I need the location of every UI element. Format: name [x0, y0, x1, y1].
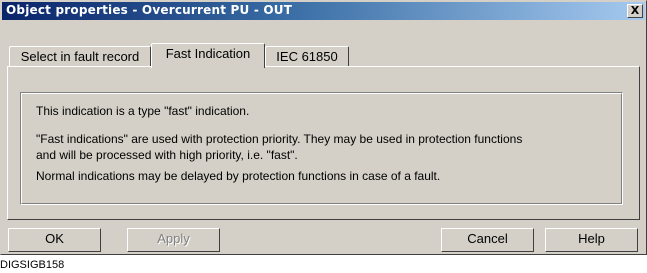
tab-iec-61850[interactable]: IEC 61850: [265, 46, 349, 67]
window-title: Object properties - Overcurrent PU - OUT: [6, 3, 293, 17]
apply-button[interactable]: Apply: [127, 228, 220, 252]
ok-button[interactable]: OK: [8, 228, 101, 252]
tab-fast-indication[interactable]: Fast Indication: [151, 43, 265, 68]
info-group: This indication is a type "fast" indicat…: [20, 92, 623, 205]
info-line-4: Normal indications may be delayed by pro…: [36, 169, 441, 183]
title-bar[interactable]: Object properties - Overcurrent PU - OUT…: [2, 2, 645, 20]
tab-select-in-fault-record[interactable]: Select in fault record: [9, 46, 151, 67]
object-properties-dialog: Object properties - Overcurrent PU - OUT…: [0, 0, 647, 255]
info-line-1: This indication is a type "fast" indicat…: [36, 104, 250, 118]
help-button[interactable]: Help: [545, 228, 638, 252]
figure-caption: DIGSIGB158: [0, 259, 65, 271]
info-line-2: "Fast indications" are used with protect…: [36, 132, 523, 146]
tab-panel: This indication is a type "fast" indicat…: [7, 66, 640, 220]
info-line-3: and will be processed with high priority…: [36, 148, 298, 162]
close-button[interactable]: X: [627, 4, 643, 18]
cancel-button[interactable]: Cancel: [441, 228, 534, 252]
